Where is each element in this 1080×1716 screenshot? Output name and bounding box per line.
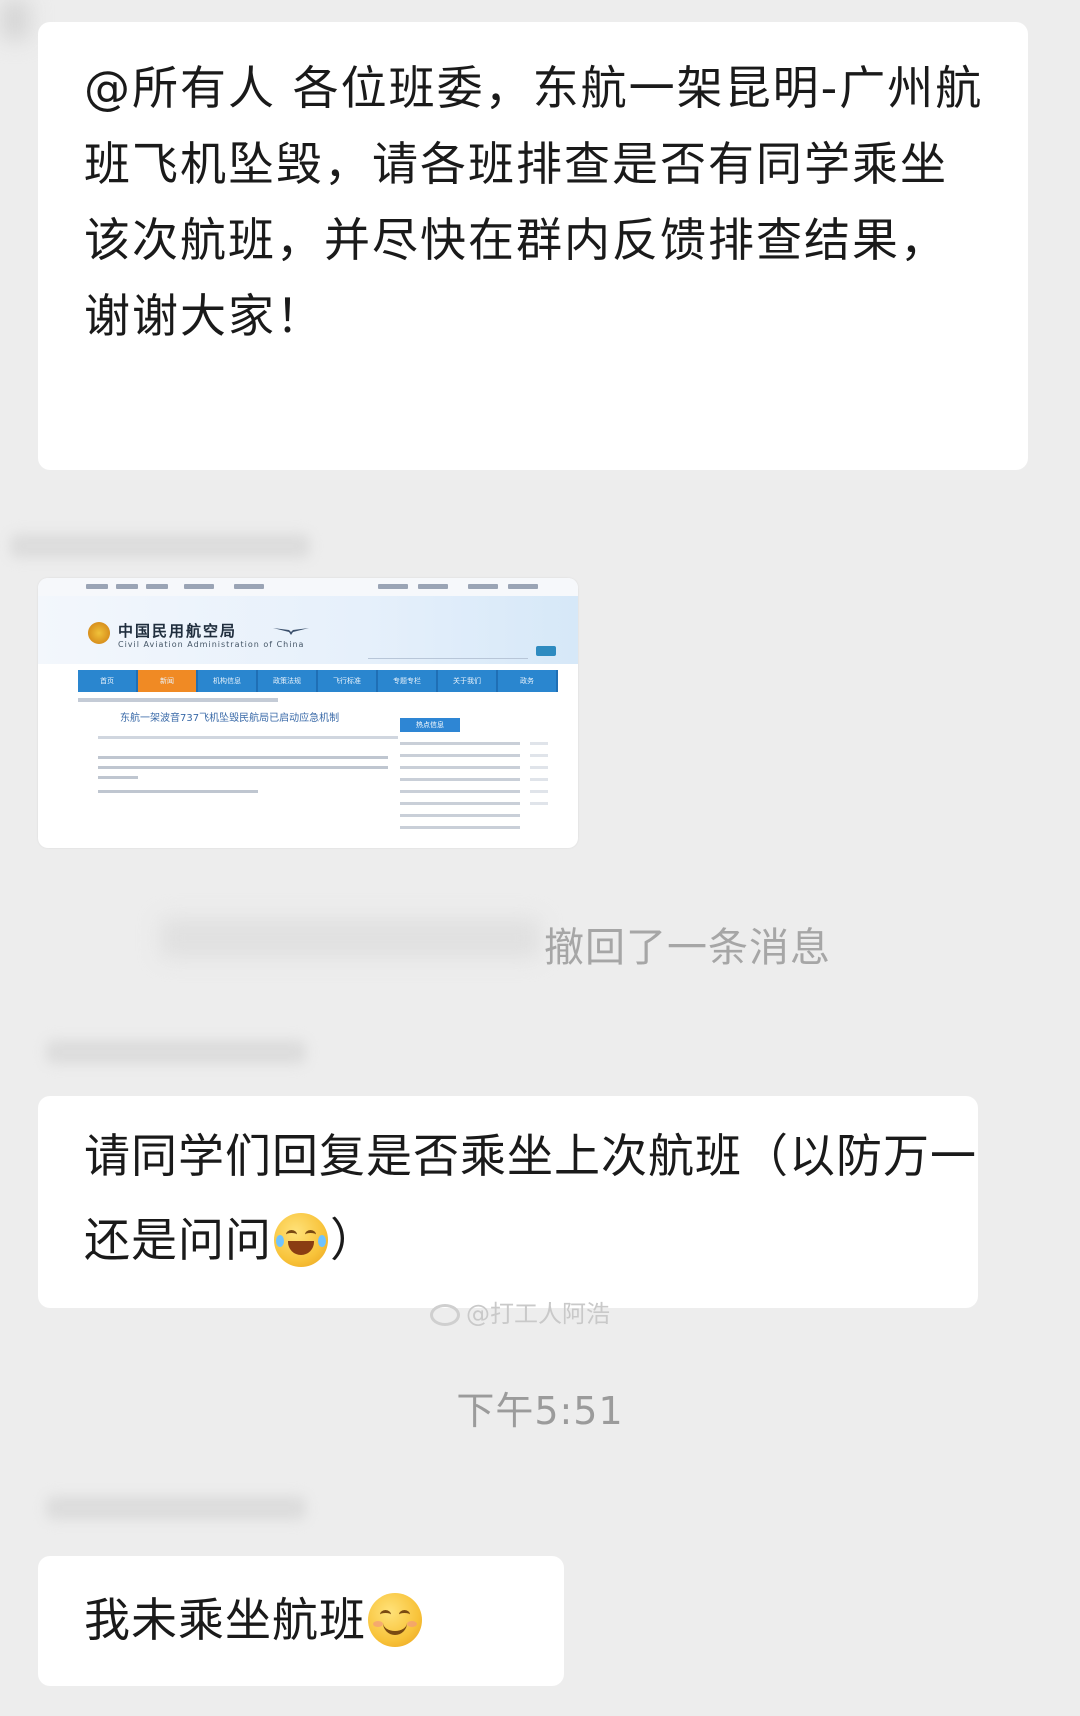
article-line — [98, 756, 388, 759]
nav-item: 政务 — [498, 670, 556, 692]
breadcrumb — [78, 698, 278, 702]
nav-item: 专题专栏 — [378, 670, 436, 692]
sender-name — [46, 1040, 306, 1064]
message-text-part: 请同学们回复是否乘坐上次航班（以防万一还是问问 — [84, 1129, 977, 1267]
nav-item: 机构信息 — [198, 670, 256, 692]
watermark-text: @打工人阿浩 — [466, 1300, 610, 1328]
weibo-icon — [430, 1304, 460, 1326]
article-line — [98, 776, 138, 779]
site-title: 中国民用航空局 — [118, 622, 238, 640]
site-subtitle: Civil Aviation Administration of China — [118, 640, 305, 649]
shared-image[interactable]: 中国民用航空局 Civil Aviation Administration of… — [38, 578, 578, 848]
recall-notice: 撤回了一条消息 — [544, 925, 831, 971]
message-bubble[interactable]: @所有人 各位班委，东航一架昆明-广州航班飞机坠毁，请各班排查是否有同学乘坐该次… — [38, 22, 1028, 470]
timestamp: 下午5:51 — [456, 1389, 624, 1433]
recall-sender-name — [160, 918, 540, 958]
nav-item: 新闻 — [138, 670, 196, 692]
message-text-part: 我未乘坐航班 — [84, 1593, 366, 1647]
article-title: 东航一架波音737飞机坠毁民航局已启动应急机制 — [120, 713, 340, 724]
side-item-date — [530, 766, 548, 769]
nav-item: 政策法规 — [258, 670, 316, 692]
message-bubble[interactable]: 我未乘坐航班 — [38, 1556, 564, 1686]
tears-of-joy-icon — [274, 1212, 328, 1267]
side-item — [400, 826, 520, 829]
avatar[interactable] — [0, 0, 30, 40]
nav-item: 首页 — [78, 670, 136, 692]
message-text: 我未乘坐航班 — [84, 1582, 564, 1658]
article-meta — [98, 736, 398, 739]
side-item — [400, 814, 520, 817]
message-text: @所有人 各位班委，东航一架昆明-广州航班飞机坠毁，请各班排查是否有同学乘坐该次… — [84, 61, 984, 343]
side-item-date — [530, 778, 548, 781]
message-text-part: ） — [330, 1213, 377, 1267]
side-item-date — [530, 790, 548, 793]
smiling-face-icon — [368, 1592, 422, 1647]
nav-item: 飞行标准 — [318, 670, 376, 692]
national-emblem-icon — [88, 622, 110, 644]
sender-name — [46, 1496, 306, 1520]
site-nav: 首页 新闻 机构信息 政策法规 飞行标准 专题专栏 关于我们 政务 — [78, 670, 558, 692]
site-header: 中国民用航空局 Civil Aviation Administration of… — [38, 596, 578, 664]
article-line — [98, 790, 258, 793]
wings-logo-icon — [273, 628, 309, 635]
side-item-date — [530, 754, 548, 757]
side-item — [400, 754, 520, 757]
side-item — [400, 766, 520, 769]
side-item — [400, 778, 520, 781]
article-line — [98, 766, 388, 769]
site-topbar — [38, 578, 578, 597]
side-item — [400, 790, 520, 793]
site-search-button — [536, 646, 556, 656]
nav-item: 关于我们 — [438, 670, 496, 692]
message-bubble[interactable]: 请同学们回复是否乘坐上次航班（以防万一还是问问） — [38, 1096, 978, 1308]
side-item-date — [530, 742, 548, 745]
side-item-date — [530, 802, 548, 805]
side-item — [400, 802, 520, 805]
watermark: @打工人阿浩 — [430, 1294, 610, 1329]
side-item — [400, 742, 520, 745]
side-panel-header: 热点信息 — [400, 718, 460, 732]
message-text: 请同学们回复是否乘坐上次航班（以防万一还是问问） — [84, 1114, 978, 1282]
sender-name — [10, 534, 310, 558]
site-search-input — [368, 646, 528, 659]
